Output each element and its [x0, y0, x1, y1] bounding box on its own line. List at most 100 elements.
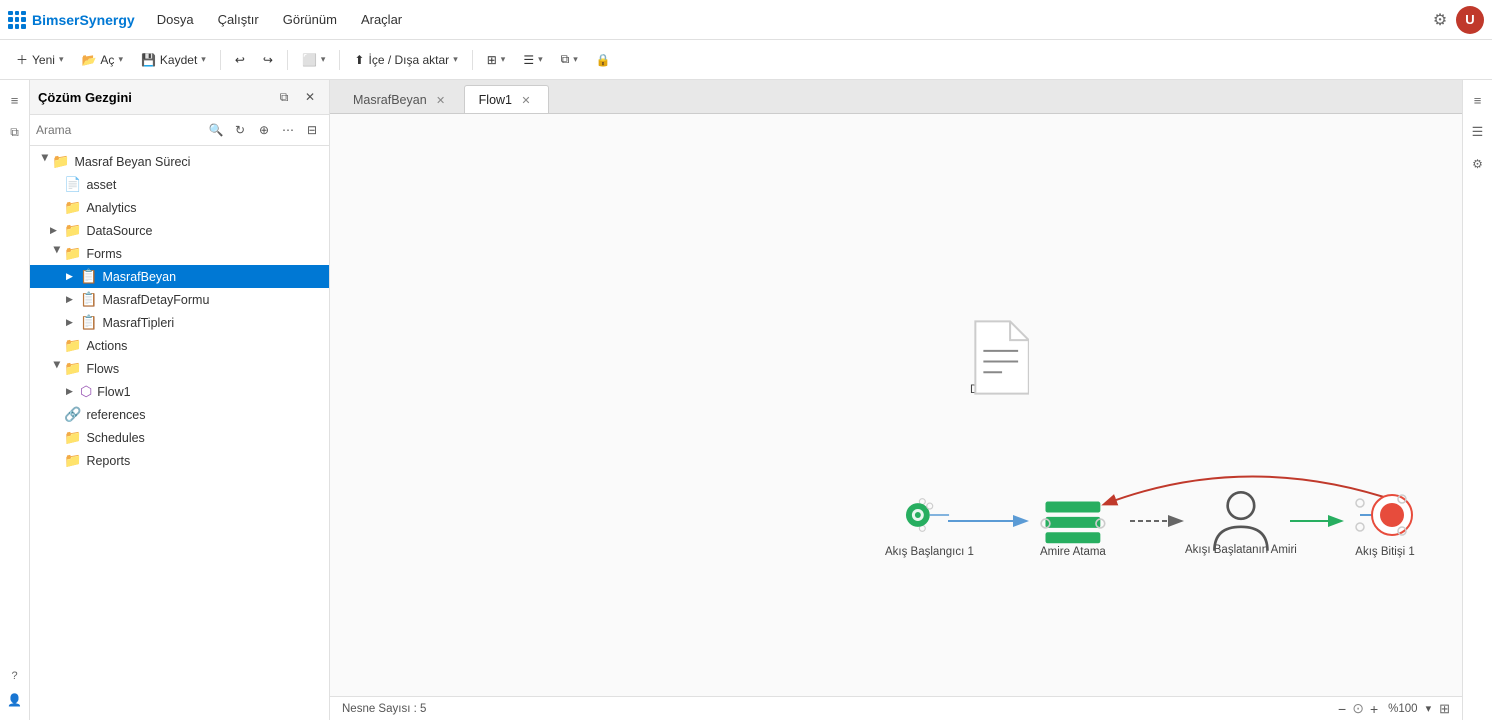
flow-node-akis-amiri[interactable]: Akışı Başlatanın Amiri: [1185, 487, 1297, 556]
panel-pin-icon[interactable]: ⊟: [301, 119, 323, 141]
schedules-icon: 📁: [64, 429, 81, 446]
tree-area: ▶ 📁 Masraf Beyan Süreci 📄 asset 📁 Analyt…: [30, 146, 329, 720]
analytics-label: Analytics: [86, 201, 136, 215]
nesne-sayisi: Nesne Sayısı : 5: [342, 703, 426, 715]
divider-1: [220, 50, 221, 70]
tree-item-masrafbeyan[interactable]: ▶ 📋 MasrafBeyan: [30, 265, 329, 288]
tree-item-asset[interactable]: 📄 asset: [30, 173, 329, 196]
copy-icon: ⬜: [302, 53, 317, 67]
menu-dosya[interactable]: Dosya: [147, 8, 204, 31]
add-item-icon[interactable]: ⊕: [253, 119, 275, 141]
sidebar-bottom-icon-2[interactable]: 👤: [3, 688, 27, 712]
search-input[interactable]: [36, 123, 201, 137]
list-view-button[interactable]: ☰ ▾: [515, 49, 550, 71]
right-icon-3[interactable]: ⚙: [1466, 152, 1490, 176]
tab-bar: MasrafBeyan ✕ Flow1 ✕: [330, 80, 1462, 114]
root-folder-icon: 📁: [52, 153, 69, 170]
flow-node-amire-atama[interactable]: Amire Atama: [1040, 489, 1106, 558]
zoom-out-button[interactable]: −: [1338, 701, 1346, 717]
menu-calistir[interactable]: Çalıştır: [208, 8, 269, 31]
status-right: − ⊙ + %100 ▾ ⊞: [1338, 700, 1450, 717]
undo-button[interactable]: ↩: [227, 49, 253, 71]
tab-masrafbeyan[interactable]: MasrafBeyan ✕: [338, 85, 464, 113]
menu-araclar[interactable]: Araçlar: [351, 8, 412, 31]
user-avatar[interactable]: U: [1456, 6, 1484, 34]
content-area: MasrafBeyan ✕ Flow1 ✕: [330, 80, 1462, 720]
reports-icon: 📁: [64, 452, 81, 469]
redo-icon: ↪: [263, 53, 273, 67]
copy-chevron: ▾: [321, 54, 326, 65]
fit-view-button[interactable]: ⊞: [1439, 701, 1450, 717]
panel-expand-icon[interactable]: ⧉: [273, 86, 295, 108]
refresh-icon[interactable]: ↻: [229, 119, 251, 141]
zoom-level: %100: [1388, 703, 1417, 715]
layers-icon: ⧉: [561, 52, 570, 67]
flows-icon: 📁: [64, 360, 81, 377]
tree-item-flows[interactable]: ▶ 📁 Flows: [30, 357, 329, 380]
tree-item-analytics[interactable]: 📁 Analytics: [30, 196, 329, 219]
sidebar-bottom-icon-1[interactable]: ?: [3, 664, 27, 688]
grid-view-button[interactable]: ⊞ ▾: [479, 49, 514, 71]
tab-masrafbeyan-close[interactable]: ✕: [433, 92, 449, 108]
tab-flow1-close[interactable]: ✕: [518, 92, 534, 108]
tree-item-forms[interactable]: ▶ 📁 Forms: [30, 242, 329, 265]
tab-flow1[interactable]: Flow1 ✕: [464, 85, 549, 113]
zoom-dropdown[interactable]: ▾: [1426, 702, 1432, 715]
search-icons: 🔍 ↻ ⊕ ⋯ ⊟: [205, 119, 323, 141]
list-view-icon: ☰: [523, 53, 534, 67]
ac-chevron: ▾: [118, 54, 123, 65]
sidebar-layers-icon[interactable]: ⧉: [3, 120, 27, 144]
copy-button[interactable]: ⬜ ▾: [294, 49, 333, 71]
redo-button[interactable]: ↪: [255, 49, 281, 71]
references-label: references: [86, 408, 145, 422]
asset-label: asset: [86, 178, 116, 192]
search-bar: 🔍 ↻ ⊕ ⋯ ⊟: [30, 115, 329, 146]
tree-root[interactable]: ▶ 📁 Masraf Beyan Süreci: [30, 150, 329, 173]
kaydet-button[interactable]: 💾 Kaydet ▾: [133, 49, 214, 71]
tree-item-datasource[interactable]: ▶ 📁 DataSource: [30, 219, 329, 242]
ac-button[interactable]: 📂 Aç ▾: [73, 49, 131, 71]
masrafbeyan-label: MasrafBeyan: [102, 270, 176, 284]
tree-item-references[interactable]: 🔗 references: [30, 403, 329, 426]
masrafdetay-icon: 📋: [80, 291, 97, 308]
layers-chevron: ▾: [573, 54, 578, 65]
ice-disa-button[interactable]: ⬆ İçe / Dışa aktar ▾: [346, 49, 465, 71]
flow-node-start[interactable]: Akış Başlangıcı 1: [885, 489, 974, 558]
zoom-in-button[interactable]: +: [1370, 701, 1378, 717]
tree-item-actions[interactable]: 📁 Actions: [30, 334, 329, 357]
masraftipleri-chevron: ▶: [66, 317, 80, 328]
kaydet-icon: 💾: [141, 53, 156, 67]
right-sidebar-icons: ≡ ☰ ⚙: [1462, 80, 1492, 720]
tree-item-reports[interactable]: 📁 Reports: [30, 449, 329, 472]
tree-item-masrafdetayformu[interactable]: ▶ 📋 MasrafDetayFormu: [30, 288, 329, 311]
layers-button[interactable]: ⧉ ▾: [553, 48, 586, 71]
tree-item-schedules[interactable]: 📁 Schedules: [30, 426, 329, 449]
tree-item-flow1[interactable]: ▶ ⬡ Flow1: [30, 380, 329, 403]
masrafbeyan-icon: 📋: [80, 268, 97, 285]
panel-close-icon[interactable]: ✕: [299, 86, 321, 108]
right-icon-1[interactable]: ≡: [1466, 88, 1490, 112]
masraftipleri-label: MasrafTipleri: [102, 316, 174, 330]
asset-icon: 📄: [64, 176, 81, 193]
yeni-button[interactable]: ＋ Yeni ▾: [8, 47, 71, 72]
left-sidebar-icons: ≡ ⧉ ? 👤: [0, 80, 30, 720]
app-logo[interactable]: BimserSynergy: [8, 11, 135, 29]
flow-node-end[interactable]: Akış Bitişi 1: [1350, 489, 1420, 558]
doc-icon: [973, 319, 1025, 379]
more-options-icon[interactable]: ⋯: [277, 119, 299, 141]
datasource-icon: 📁: [64, 222, 81, 239]
doc-node[interactable]: Doküman 1: [970, 319, 1029, 396]
sidebar-menu-icon[interactable]: ≡: [3, 88, 27, 112]
search-magnifier-icon[interactable]: 🔍: [205, 119, 227, 141]
canvas[interactable]: Doküman 1: [330, 114, 1462, 696]
datasource-chevron: ▶: [50, 225, 64, 236]
settings-icon[interactable]: ⚙: [1428, 8, 1452, 32]
flows-label: Flows: [86, 362, 119, 376]
tree-item-masraftipleri[interactable]: ▶ 📋 MasrafTipleri: [30, 311, 329, 334]
right-icon-2[interactable]: ☰: [1466, 120, 1490, 144]
menu-gorunum[interactable]: Görünüm: [273, 8, 347, 31]
lock-button[interactable]: 🔒: [588, 49, 619, 71]
ice-disa-icon: ⬆: [354, 53, 364, 67]
grid-view-chevron: ▾: [501, 54, 506, 65]
actions-label: Actions: [86, 339, 127, 353]
